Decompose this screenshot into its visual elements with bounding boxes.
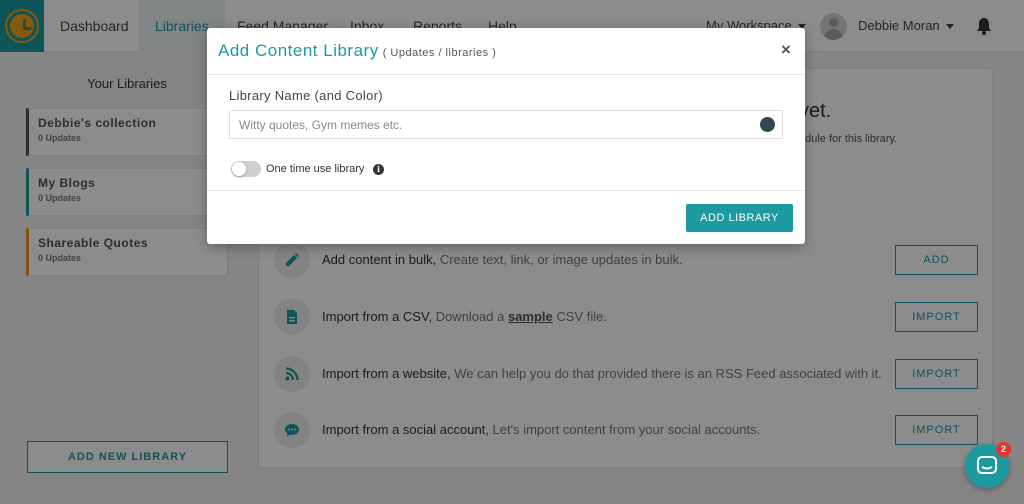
modal-header: Add Content Library( Updates / libraries… bbox=[207, 28, 805, 75]
notification-badge: 2 bbox=[996, 442, 1011, 457]
modal-subtitle: ( Updates / libraries ) bbox=[382, 47, 497, 59]
library-name-label: Library Name (and Color) bbox=[229, 88, 383, 103]
info-icon[interactable]: i bbox=[373, 164, 384, 175]
close-icon[interactable]: × bbox=[781, 40, 791, 60]
one-time-use-toggle[interactable] bbox=[231, 161, 261, 177]
color-picker-swatch[interactable] bbox=[760, 117, 775, 132]
add-library-modal: Add Content Library( Updates / libraries… bbox=[207, 28, 805, 244]
modal-title: Add Content Library bbox=[218, 41, 379, 60]
modal-divider bbox=[207, 190, 805, 191]
one-time-use-label: One time use library bbox=[266, 163, 365, 175]
chat-icon bbox=[977, 456, 997, 474]
library-name-input[interactable] bbox=[229, 110, 783, 139]
add-library-button[interactable]: ADD LIBRARY bbox=[686, 204, 793, 232]
